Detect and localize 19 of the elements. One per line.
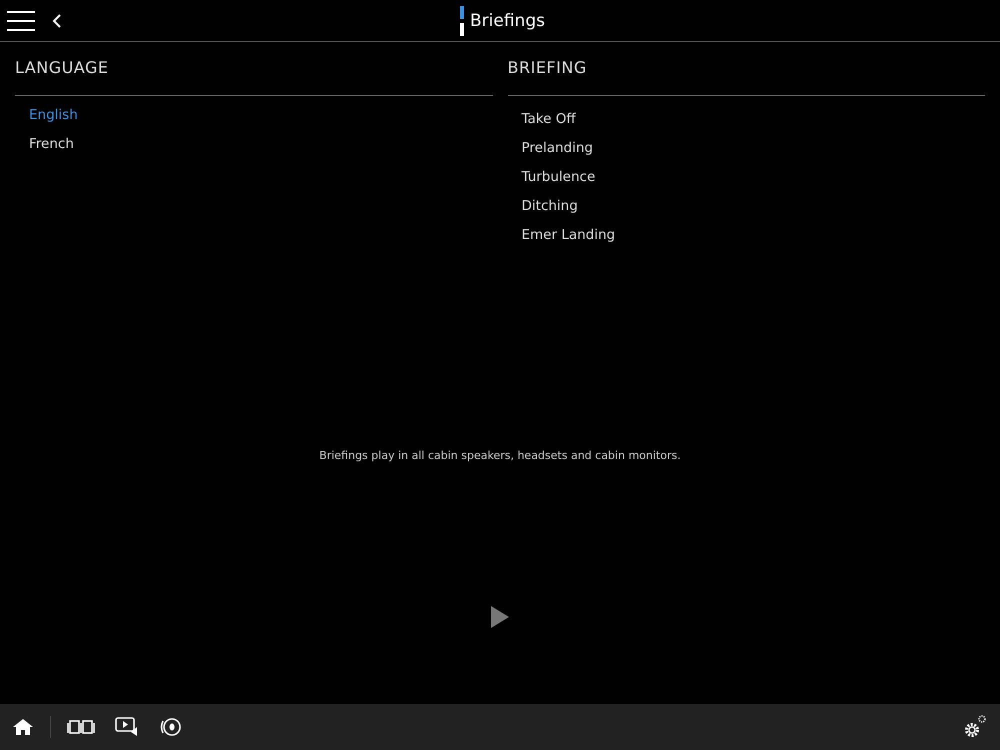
info-text: Briefings play in all cabin speakers, headsets and cabin monitors.: [319, 449, 681, 462]
list-item[interactable]: Emer Landing: [522, 226, 616, 245]
seats-icon[interactable]: [67, 719, 95, 735]
menu-button[interactable]: [6, 10, 36, 32]
list-item[interactable]: Ditching: [522, 197, 578, 216]
speaker-icon[interactable]: [159, 716, 181, 738]
list-item[interactable]: Turbulence: [522, 168, 596, 187]
home-icon[interactable]: [12, 718, 34, 736]
settings-icon[interactable]: [962, 714, 988, 740]
list-item[interactable]: Take Off: [522, 110, 576, 129]
section-heading: BRIEFING: [508, 42, 985, 96]
list-item[interactable]: French: [29, 135, 74, 154]
list-item[interactable]: Prelanding: [522, 139, 593, 158]
title-marker-icon: [460, 6, 464, 36]
back-button[interactable]: [52, 14, 61, 28]
window-title: Briefings: [470, 11, 545, 31]
list-item[interactable]: English: [29, 106, 78, 125]
section-heading: LANGUAGE: [15, 42, 492, 96]
video-audio-icon[interactable]: [115, 717, 139, 737]
